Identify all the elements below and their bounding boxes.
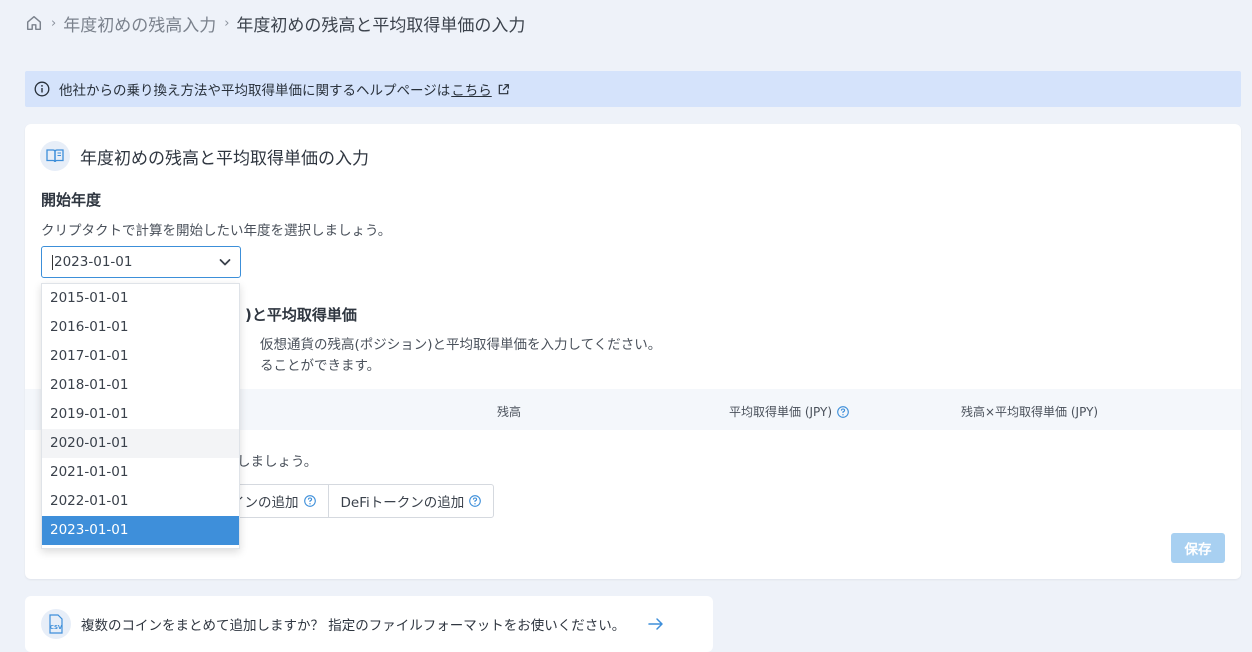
dropdown-option[interactable]: 2021-01-01	[42, 458, 239, 487]
help-link[interactable]: こちら	[451, 79, 492, 99]
home-icon[interactable]	[25, 14, 43, 32]
dropdown-option[interactable]: 2018-01-01	[42, 371, 239, 400]
breadcrumb-current: 年度初めの残高と平均取得単価の入力	[236, 15, 526, 36]
external-link-icon[interactable]	[497, 83, 510, 96]
column-total: 残高×平均取得単価 (JPY)	[961, 403, 1098, 420]
start-year-dropdown: 2015-01-01 2016-01-01 2017-01-01 2018-01…	[41, 283, 240, 549]
csv-import-card[interactable]: CSV 複数のコインをまとめて追加しますか？ 指定のファイルフォーマットをお使い…	[25, 596, 713, 652]
add-button-group: インの追加 DeFiトークンの追加	[215, 484, 495, 518]
dropdown-option-selected[interactable]: 2023-01-01	[42, 516, 239, 545]
csv-file-icon: CSV	[49, 614, 63, 634]
csv-icon-label: CSV	[50, 625, 63, 631]
arrow-right-icon[interactable]	[647, 615, 665, 633]
section-title: )と平均取得単価	[245, 306, 357, 324]
breadcrumb-separator: ›	[51, 15, 57, 31]
column-total-label: 残高×平均取得単価 (JPY)	[961, 405, 1099, 419]
chevron-down-icon[interactable]	[218, 255, 232, 269]
start-year-select-value[interactable]: 2023-01-01	[52, 254, 218, 270]
breadcrumb: › 年度初めの残高入力 › 年度初めの残高と平均取得単価の入力	[25, 10, 525, 36]
card-title: 年度初めの残高と平均取得単価の入力	[80, 148, 369, 169]
alert-text: 他社からの乗り換え方法や平均取得単価に関するヘルプページは	[59, 83, 451, 99]
column-balance: 残高	[497, 403, 521, 420]
csv-icon-wrapper: CSV	[41, 609, 71, 639]
question-icon[interactable]	[837, 405, 849, 418]
dropdown-option[interactable]: 2017-01-01	[42, 342, 239, 371]
section-description-2: ることができます。	[260, 358, 381, 374]
question-icon[interactable]	[303, 495, 316, 507]
dropdown-option[interactable]: 2016-01-01	[42, 313, 239, 342]
help-alert: 他社からの乗り換え方法や平均取得単価に関するヘルプページは こちら	[25, 71, 1241, 107]
add-defi-token-button[interactable]: DeFiトークンの追加	[327, 485, 494, 517]
start-year-description: クリプタクトで計算を開始したい年度を選択しましょう。	[41, 223, 392, 239]
start-year-label: 開始年度	[41, 191, 102, 209]
dropdown-option[interactable]: 2015-01-01	[42, 284, 239, 313]
column-average-price-label: 平均取得単価 (JPY)	[729, 405, 833, 419]
card-header: 年度初めの残高と平均取得単価の入力	[40, 141, 369, 171]
column-average-price: 平均取得単価 (JPY)	[729, 403, 849, 420]
question-icon[interactable]	[469, 495, 482, 507]
save-button[interactable]: 保存	[1171, 533, 1225, 563]
dropdown-option-hovered[interactable]: 2020-01-01	[42, 429, 239, 458]
add-coin-label: インの追加	[231, 495, 299, 511]
info-icon	[34, 81, 50, 97]
breadcrumb-link[interactable]: 年度初めの残高入力	[63, 11, 216, 36]
start-year-select[interactable]: 2023-01-01	[41, 246, 241, 278]
csv-import-text: 複数のコインをまとめて追加しますか？ 指定のファイルフォーマットをお使いください…	[81, 618, 626, 634]
empty-table-text: しましょう。	[237, 454, 318, 470]
dropdown-option[interactable]: 2022-01-01	[42, 487, 239, 516]
column-balance-label: 残高	[497, 405, 522, 419]
dropdown-option[interactable]: 2019-01-01	[42, 400, 239, 429]
breadcrumb-separator: ›	[224, 15, 230, 31]
book-icon-wrapper	[40, 141, 70, 171]
add-defi-token-label: DeFiトークンの追加	[340, 495, 465, 511]
book-icon	[46, 149, 64, 163]
section-description: 仮想通貨の残高(ポジション)と平均取得単価を入力してください。	[260, 337, 662, 353]
